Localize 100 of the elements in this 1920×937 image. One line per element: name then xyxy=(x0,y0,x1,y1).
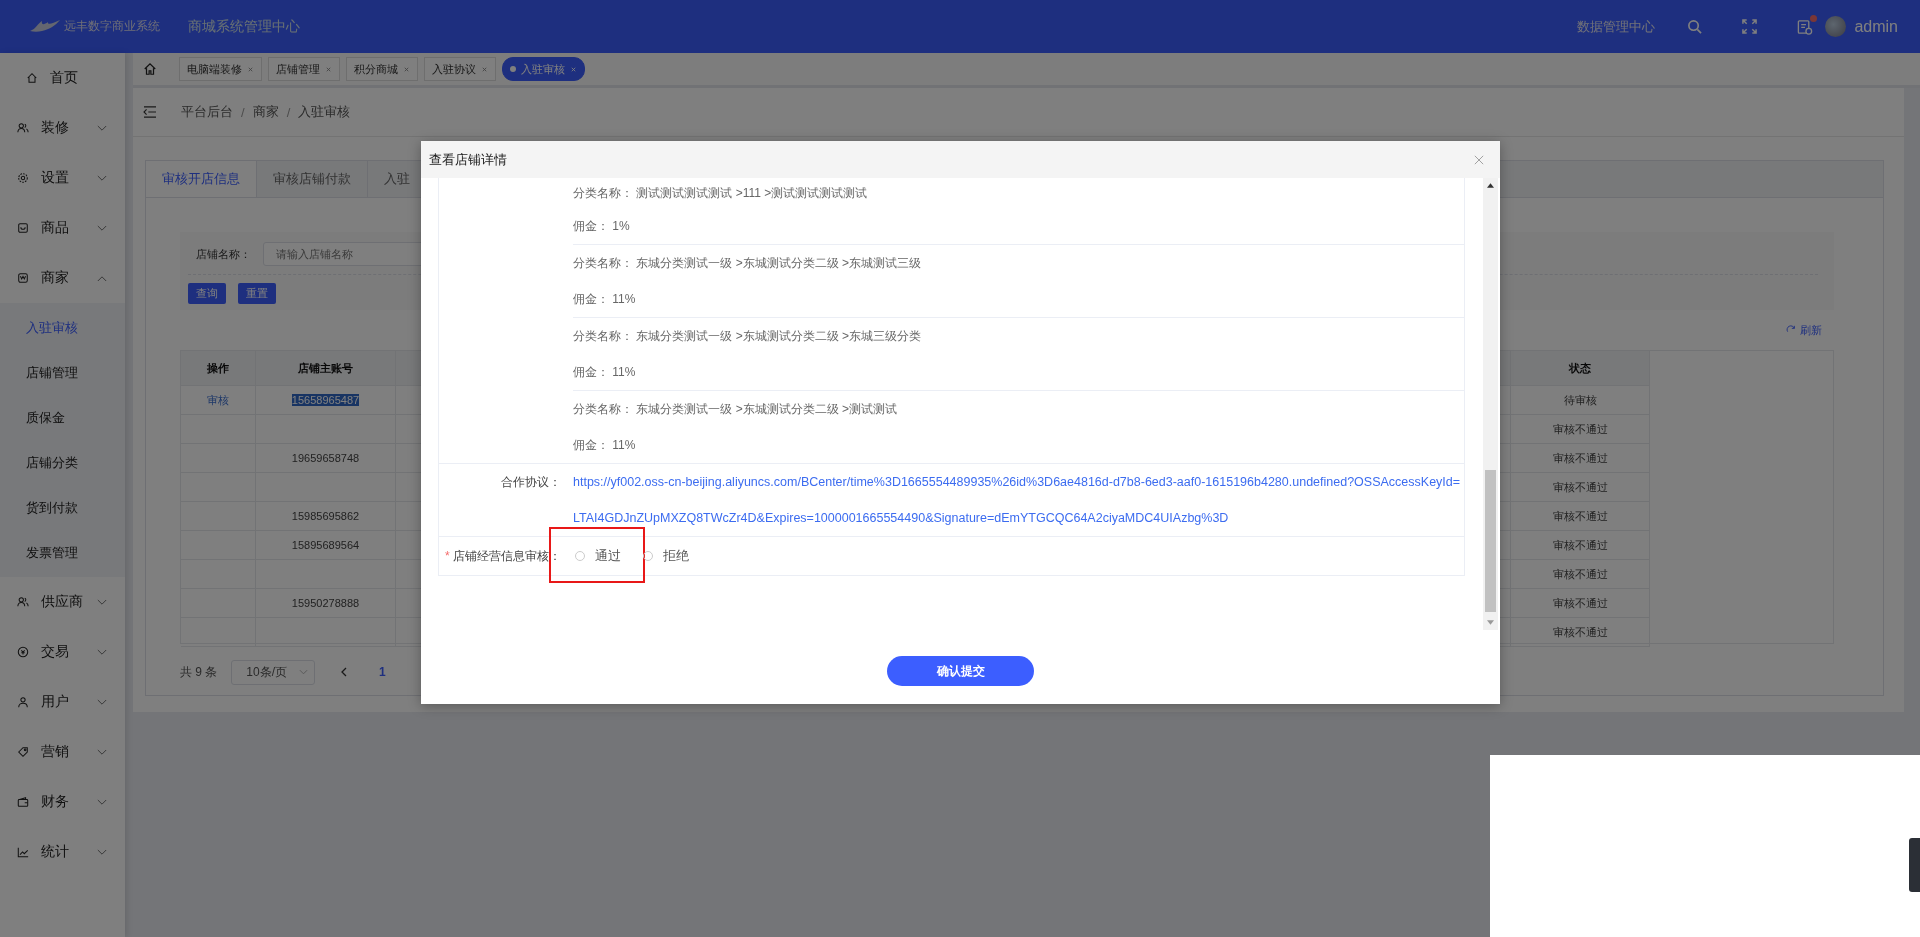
commission-text: 佣金： 11% xyxy=(573,437,637,454)
table-cell: 审核不通过 xyxy=(1552,567,1608,580)
sidebar-item[interactable]: 设置 xyxy=(0,153,125,203)
menu-collapse-icon[interactable] xyxy=(143,106,157,118)
review-link[interactable]: 审核 xyxy=(207,393,229,406)
trade-icon xyxy=(17,646,29,658)
tag-icon xyxy=(17,746,29,758)
data-center-link[interactable]: 数据管理中心 xyxy=(1577,17,1656,36)
sidebar-item[interactable]: 用户 xyxy=(0,677,125,727)
supplier-icon xyxy=(17,596,29,608)
table-cell: 审核不通过 xyxy=(1552,451,1608,464)
wallet-icon xyxy=(17,796,29,808)
home-icon xyxy=(26,72,38,84)
close-icon[interactable] xyxy=(481,65,488,73)
shop-icon xyxy=(17,272,29,284)
commission-text: 佣金： 11% xyxy=(573,364,637,381)
logo-text: 远丰数字商业系统 xyxy=(64,18,160,35)
gear-icon xyxy=(17,172,29,184)
sidebar-item[interactable]: 首页 xyxy=(0,53,125,103)
sidebar-subitem[interactable]: 店铺管理 xyxy=(0,350,125,395)
page-tab[interactable]: 入驻审核 xyxy=(502,57,585,81)
goods-icon xyxy=(17,222,29,234)
radio-option[interactable]: 通过 xyxy=(575,547,621,565)
sidebar-item[interactable]: 商家 xyxy=(0,253,125,303)
page-size-select[interactable]: 10条/页 xyxy=(231,659,316,685)
previous-page-icon[interactable] xyxy=(341,667,348,677)
content-tab[interactable]: 审核开店信息 xyxy=(146,161,257,197)
dialog-title: 查看店铺详情 xyxy=(429,150,507,169)
close-icon[interactable] xyxy=(247,65,254,73)
chevron-icon xyxy=(97,598,107,606)
field-label: 合作协议： xyxy=(501,474,561,491)
table-cell: 审核不通过 xyxy=(1552,538,1608,551)
table-cell: 审核不通过 xyxy=(1552,625,1608,638)
filter-button[interactable]: 查询 xyxy=(188,283,226,304)
scrollbar-thumb[interactable] xyxy=(1485,470,1496,612)
scrollbar[interactable] xyxy=(1483,178,1498,630)
chevron-icon xyxy=(97,174,107,182)
content-tab[interactable]: 入驻 xyxy=(368,161,410,197)
page-tab[interactable]: 电脑端装修 xyxy=(179,57,262,81)
sidebar-subitem[interactable]: 入驻审核 xyxy=(0,305,125,350)
breadcrumb-item[interactable]: 平台后台 xyxy=(181,103,233,121)
page-number[interactable]: 1 xyxy=(379,665,386,679)
close-icon[interactable] xyxy=(403,65,410,73)
page-tab[interactable]: 入驻协议 xyxy=(424,57,496,81)
sidebar-subitem[interactable]: 发票管理 xyxy=(0,530,125,575)
table-cell: 19659658748 xyxy=(291,452,360,464)
sidebar-subitem[interactable]: 货到付款 xyxy=(0,485,125,530)
total-count: 共 9 条 xyxy=(180,663,218,681)
field-label: * 店铺经营信息审核： xyxy=(445,547,561,565)
scroll-down-icon[interactable] xyxy=(1487,620,1494,625)
bird-logo-icon xyxy=(28,18,62,35)
table-cell: 15950278888 xyxy=(291,597,360,609)
page-tab[interactable]: 积分商城 xyxy=(346,57,418,81)
sidebar-item[interactable]: 统计 xyxy=(0,827,125,877)
category-text: 分类名称： 东城分类测试一级 >东城测试分类二级 >测试测试 xyxy=(573,401,899,418)
content-tab[interactable]: 审核店铺付款 xyxy=(257,161,368,197)
breadcrumb-item[interactable]: 商家 xyxy=(252,103,279,121)
chevron-icon xyxy=(97,274,107,282)
clipboard-icon[interactable] xyxy=(1797,18,1814,35)
breadcrumb-separator: / xyxy=(241,104,245,120)
category-text: 分类名称： 东城分类测试一级 >东城测试分类二级 >东城三级分类 xyxy=(573,328,923,345)
table-cell: 审核不通过 xyxy=(1552,596,1608,609)
system-title: 商城系统管理中心 xyxy=(188,17,300,36)
filter-button[interactable]: 重置 xyxy=(238,283,276,304)
sidebar-item[interactable]: 营销 xyxy=(0,727,125,777)
column-header: 操作 xyxy=(181,351,256,386)
sidebar-subitem[interactable]: 店铺分类 xyxy=(0,440,125,485)
close-icon[interactable] xyxy=(325,65,332,73)
breadcrumb-item[interactable]: 入驻审核 xyxy=(298,103,351,121)
user-icon xyxy=(17,696,29,708)
breadcrumb-separator: / xyxy=(286,104,291,120)
refresh-icon xyxy=(1786,325,1796,335)
chevron-icon xyxy=(97,748,107,756)
sidebar-item[interactable]: 财务 xyxy=(0,777,125,827)
sidebar-item[interactable]: 商品 xyxy=(0,203,125,253)
search-icon[interactable] xyxy=(1687,19,1703,34)
page-tab[interactable]: 店铺管理 xyxy=(268,57,340,81)
table-cell: 待审核 xyxy=(1563,393,1597,406)
sidebar-item[interactable]: 交易 xyxy=(0,627,125,677)
table-cell: 审核不通过 xyxy=(1552,480,1608,493)
table-cell: 审核不通过 xyxy=(1552,422,1608,435)
avatar[interactable] xyxy=(1825,16,1847,37)
sidebar-subitem[interactable]: 质保金 xyxy=(0,395,125,440)
table-cell: 15985695862 xyxy=(291,510,360,522)
agreement-link[interactable]: https://yf002.oss-cn-beijing.aliyuncs.com/BCenter/time%3D1665554489935%26id%3D6ae4816d-d7b8-6ed3-aaf0-1615196b4280.undefined?OSSAccessKeyId=LTAI4GDJnZUpMXZQ8TWcZr4D&Expires=1000001665554490&Signature=dEmYTGCQC64A2ciyaMDC4UIAzbg%3D xyxy=(573,464,1464,536)
scroll-up-icon[interactable] xyxy=(1487,183,1494,188)
fullscreen-icon[interactable] xyxy=(1742,19,1758,34)
chevron-icon xyxy=(97,224,107,232)
refresh-link[interactable]: 刷新 xyxy=(1786,322,1822,338)
chevron-icon xyxy=(97,648,107,656)
table-cell: 15895689564 xyxy=(291,539,360,551)
close-icon[interactable] xyxy=(1474,154,1484,165)
sidebar-item[interactable]: 供应商 xyxy=(0,577,125,627)
sidebar-item[interactable]: 装修 xyxy=(0,103,125,153)
chart-icon xyxy=(17,846,29,858)
submit-button[interactable]: 确认提交 xyxy=(887,656,1034,686)
home-icon[interactable] xyxy=(143,62,157,76)
radio-option[interactable]: 拒绝 xyxy=(643,547,689,565)
chevron-icon xyxy=(97,124,107,132)
username[interactable]: admin xyxy=(1854,17,1898,36)
